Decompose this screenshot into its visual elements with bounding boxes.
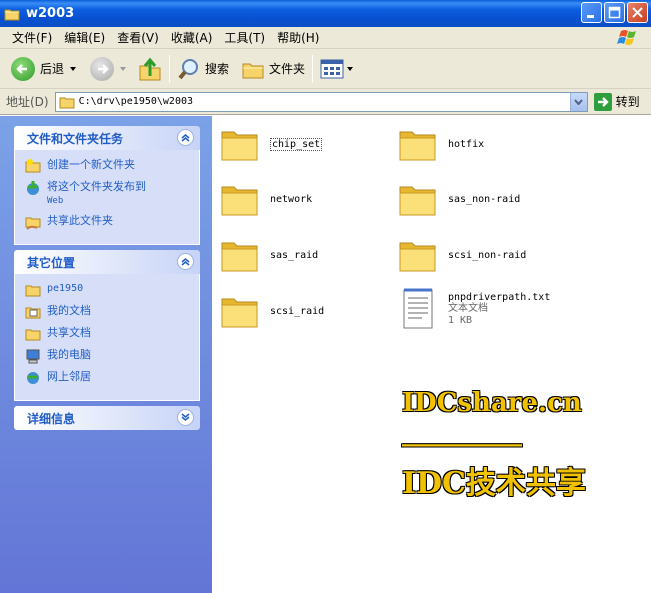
places-panel-title: 其它位置 [27, 255, 76, 270]
folder-icon [399, 186, 436, 216]
task-publish-web[interactable]: 将这个文件夹发布到 Web [25, 180, 199, 208]
up-folder-icon [139, 57, 161, 80]
my-computer-icon [26, 349, 40, 364]
back-button[interactable]: 后退 [8, 53, 79, 85]
tasks-panel-header[interactable]: 文件和文件夹任务 [14, 126, 200, 150]
forward-arrow-icon [90, 56, 115, 81]
views-button[interactable] [317, 53, 356, 85]
back-label: 后退 [40, 62, 65, 76]
folder-icon [221, 186, 258, 216]
folder-icon [399, 131, 436, 161]
details-panel-header[interactable]: 详细信息 [14, 406, 200, 430]
folders-label: 文件夹 [269, 62, 306, 76]
folder-icon [4, 7, 20, 21]
minimize-button[interactable] [581, 2, 602, 23]
new-folder-icon [25, 159, 41, 173]
menu-help[interactable]: 帮助(H) [271, 29, 325, 46]
address-input[interactable]: C:\drv\pe1950\w2003 [54, 91, 588, 112]
folder-icon [221, 298, 258, 328]
details-panel: 详细信息 [14, 406, 200, 430]
chevron-down-icon[interactable] [120, 66, 127, 71]
file-item[interactable]: chip_set [220, 124, 323, 164]
publish-web-icon [27, 181, 39, 195]
menu-bar: 文件(F) 编辑(E) 查看(V) 收藏(A) 工具(T) 帮助(H) [0, 27, 651, 49]
menu-favorites[interactable]: 收藏(A) [165, 29, 219, 46]
address-label: 地址(D) [6, 95, 49, 109]
menu-tools[interactable]: 工具(T) [218, 29, 271, 46]
tasks-panel: 文件和文件夹任务 创建一个新文件夹 将这个文件夹发布到 Web 共享此文件夹 [14, 126, 200, 245]
details-panel-title: 详细信息 [27, 411, 76, 426]
up-folder-button[interactable] [135, 53, 165, 85]
expand-icon[interactable] [177, 409, 194, 426]
forward-button[interactable] [87, 53, 129, 85]
address-bar: 地址(D) C:\drv\pe1950\w2003 转到 [0, 89, 651, 115]
chevron-down-icon[interactable] [347, 66, 354, 71]
windows-logo-icon [613, 28, 643, 48]
search-button[interactable]: 搜索 [174, 53, 232, 85]
places-panel-header[interactable]: 其它位置 [14, 250, 200, 274]
folder-icon [25, 285, 41, 297]
window-title: w2003 [26, 6, 75, 21]
file-item[interactable]: sas_non-raid [398, 179, 520, 219]
folders-button[interactable]: 文件夹 [238, 53, 308, 85]
file-item[interactable]: hotfix [398, 124, 484, 164]
menu-edit[interactable]: 编辑(E) [58, 29, 111, 46]
task-pane: 文件和文件夹任务 创建一个新文件夹 将这个文件夹发布到 Web 共享此文件夹 其… [0, 116, 212, 593]
maximize-button[interactable] [604, 2, 625, 23]
file-item[interactable]: network [220, 179, 312, 219]
go-arrow-icon [593, 92, 612, 111]
toolbar: 后退 搜索 文件夹 [0, 49, 651, 89]
search-label: 搜索 [205, 62, 230, 76]
back-arrow-icon [11, 56, 35, 81]
place-my-computer[interactable]: 我的电脑 [25, 348, 199, 364]
chevron-down-icon [574, 98, 583, 105]
menu-view[interactable]: 查看(V) [111, 29, 165, 46]
folder-icon [221, 131, 258, 161]
watermark-text: IDCshare.cn [402, 388, 582, 418]
folder-icon [399, 242, 436, 272]
place-pe1950[interactable]: pe1950 [25, 282, 199, 298]
task-share-folder[interactable]: 共享此文件夹 [25, 214, 199, 230]
folder-icon [221, 242, 258, 272]
place-network[interactable]: 网上邻居 [25, 370, 199, 386]
folder-icon [59, 97, 75, 108]
file-item[interactable]: scsi_raid [220, 291, 324, 331]
text-file-icon [403, 288, 433, 329]
chevron-down-icon[interactable] [70, 66, 77, 71]
close-button[interactable] [627, 2, 648, 23]
places-panel: 其它位置 pe1950 我的文档 共享文档 我的电脑 网上邻居 [14, 250, 200, 401]
file-item[interactable]: scsi_non-raid [398, 235, 526, 275]
file-view: chip_set hotfix network sas_non-raid sas… [212, 116, 651, 593]
collapse-icon[interactable] [177, 253, 194, 270]
address-dropdown[interactable] [569, 92, 587, 111]
menu-file[interactable]: 文件(F) [6, 29, 58, 46]
views-icon [320, 59, 344, 78]
share-folder-icon [25, 217, 41, 230]
folders-icon [242, 63, 264, 78]
shared-documents-icon [25, 329, 41, 341]
task-new-folder[interactable]: 创建一个新文件夹 [25, 158, 199, 174]
tasks-panel-title: 文件和文件夹任务 [27, 131, 124, 146]
file-item[interactable]: sas_raid [220, 235, 318, 275]
go-button[interactable]: 转到 [593, 92, 640, 111]
go-label: 转到 [615, 95, 640, 109]
search-icon [178, 58, 199, 79]
address-value: C:\drv\pe1950\w2003 [78, 96, 193, 107]
place-shared-documents[interactable]: 共享文档 [25, 326, 199, 342]
title-bar: w2003 [0, 0, 651, 27]
place-my-documents[interactable]: 我的文档 [25, 304, 199, 320]
network-places-icon [27, 372, 39, 384]
watermark-subtitle: IDC技术共享 [402, 466, 586, 501]
collapse-icon[interactable] [177, 129, 194, 146]
file-item[interactable]: pnpdriverpath.txt 文本文档 1 KB [398, 286, 550, 334]
watermark-underline: __________ [402, 418, 522, 447]
my-documents-icon [25, 307, 41, 319]
